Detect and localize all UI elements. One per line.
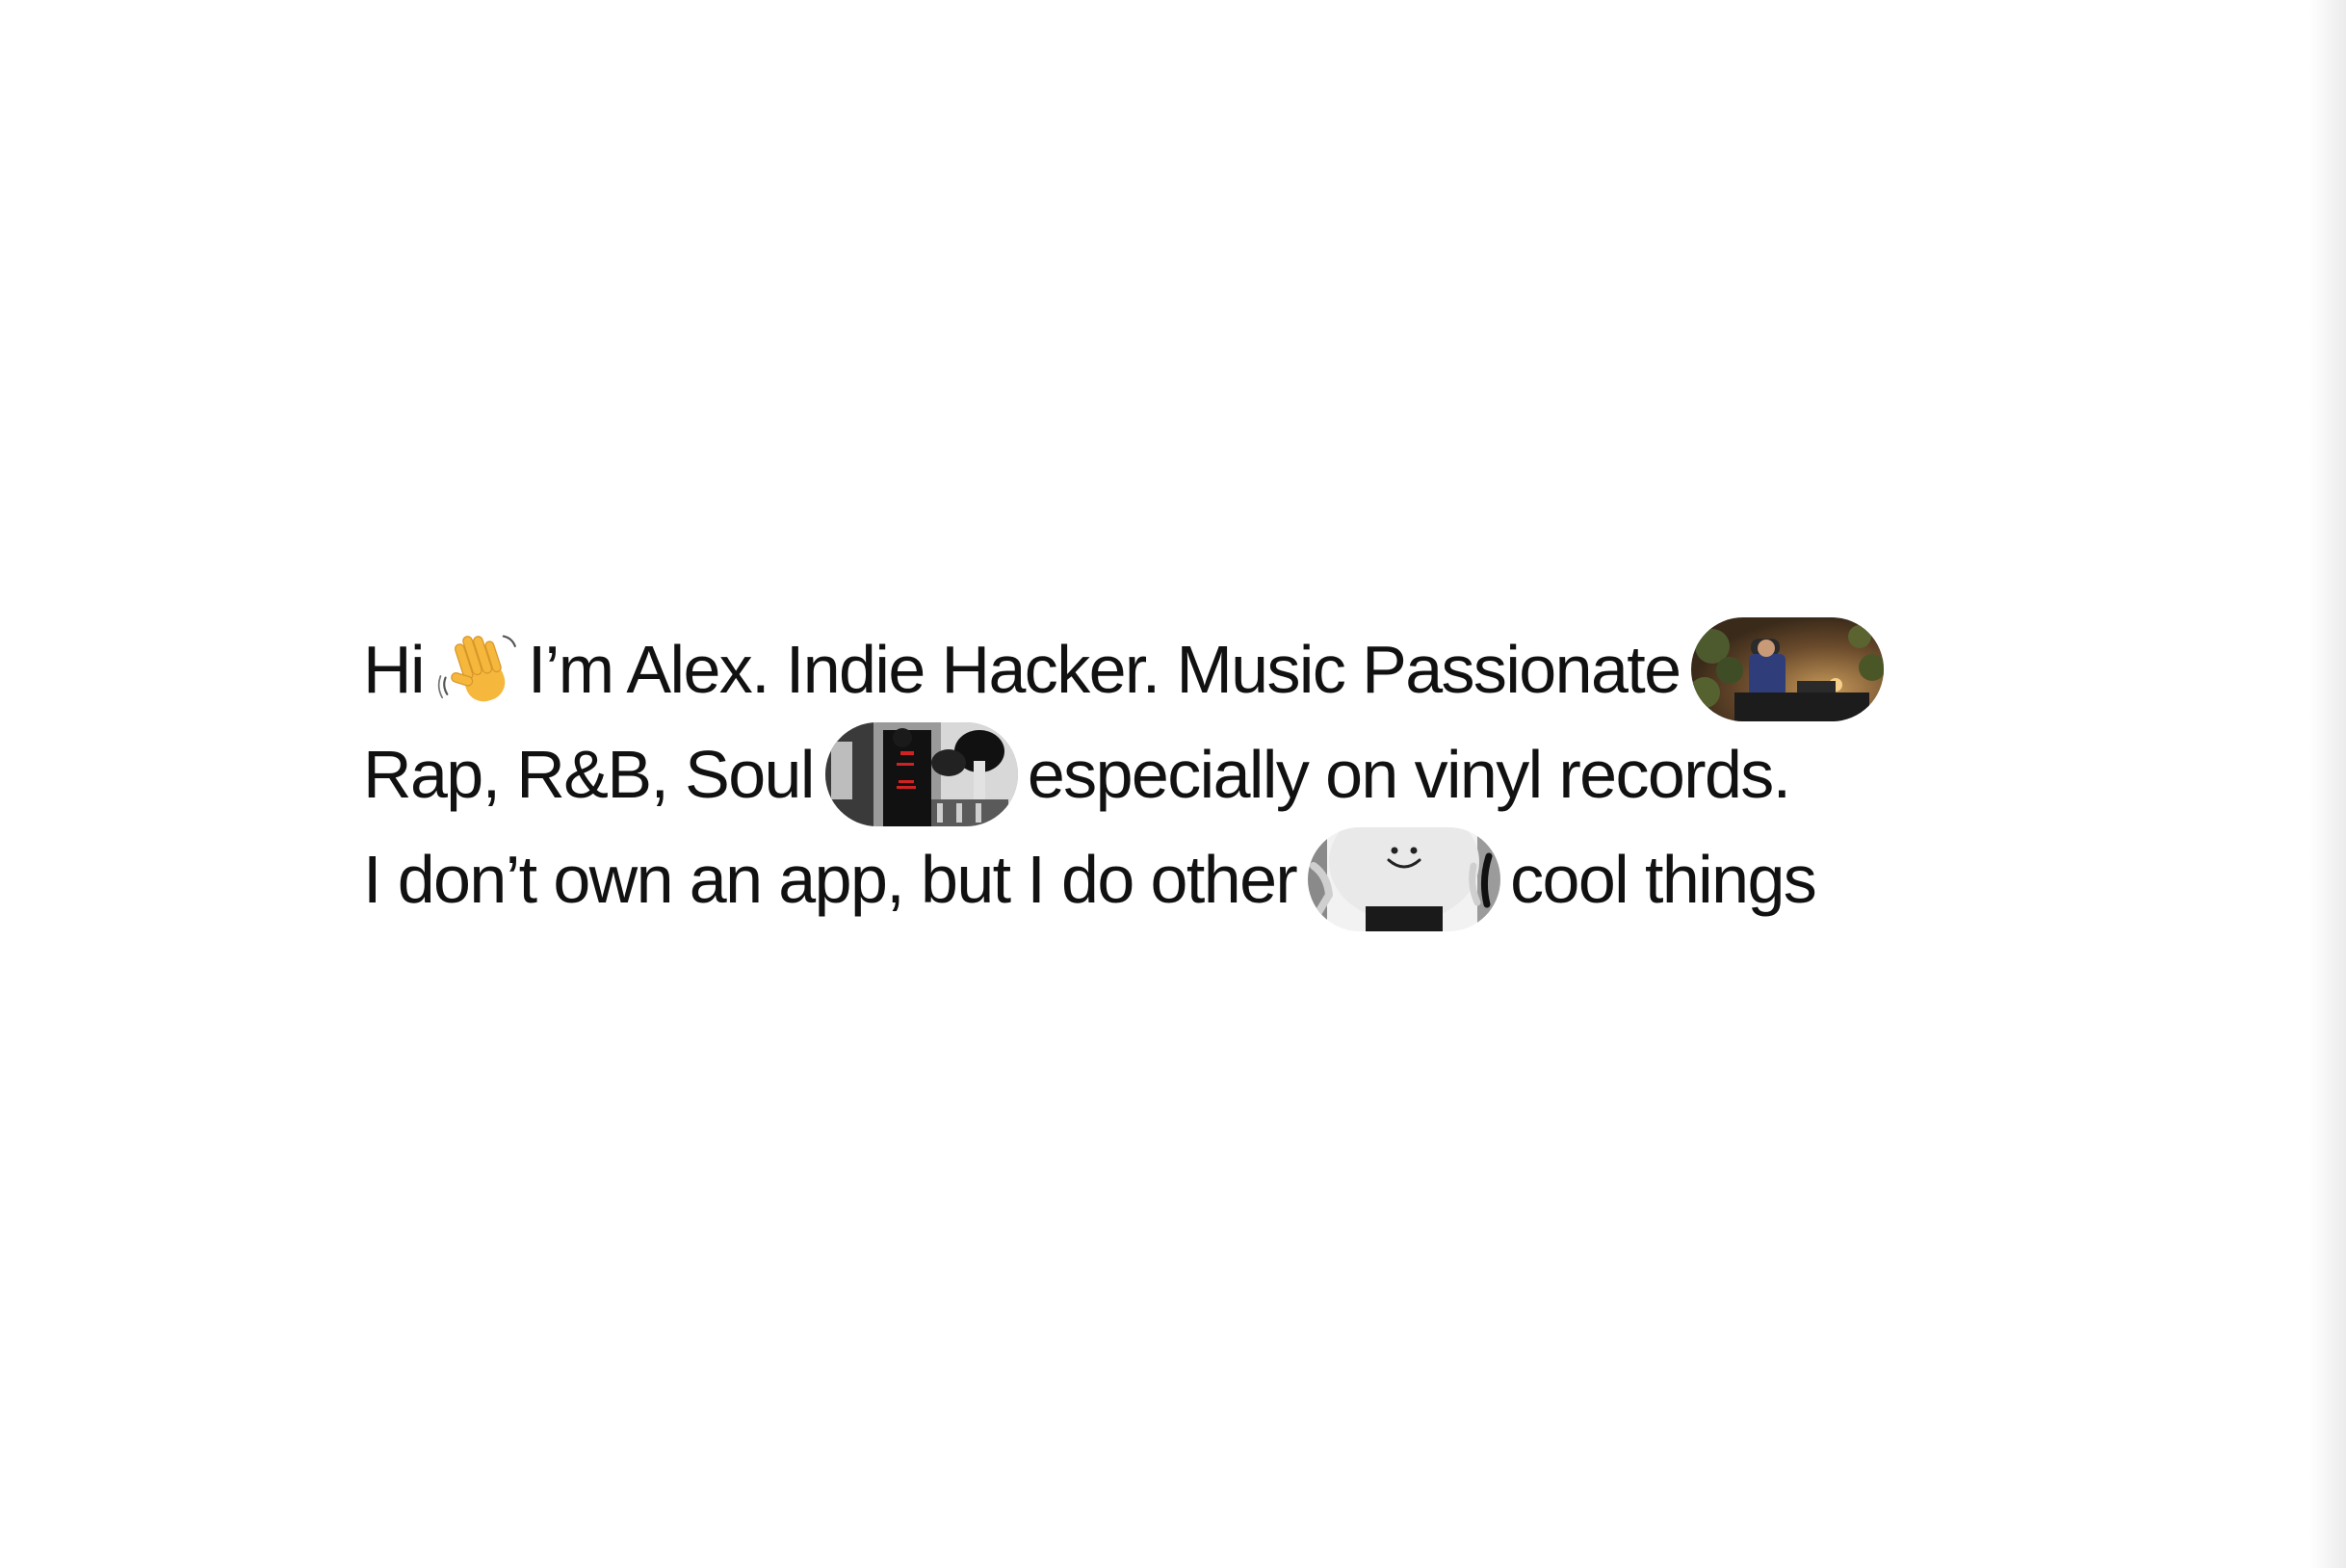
window-right-edge bbox=[2309, 0, 2346, 1568]
smiley-record-photo bbox=[1308, 826, 1501, 931]
vinyl-text: especially on vinyl records. bbox=[1027, 736, 1791, 812]
app-text: I don’t own an app, but I do other bbox=[363, 841, 1298, 917]
intro-text: I’m Alex. Indie Hacker. Music Passionate bbox=[527, 631, 1681, 707]
greeting-text: Hi bbox=[363, 631, 426, 707]
waving-hand-icon bbox=[437, 628, 520, 711]
intro-line-2: Rap, R&B, Soul especially on vinyl recor… bbox=[363, 721, 2097, 826]
intro-line-1: Hi I’m Alex. Indie Hacker. Music Passion… bbox=[363, 616, 2097, 721]
vinyl-shop-photo bbox=[824, 721, 1018, 826]
dj-booth-photo bbox=[1691, 616, 1885, 721]
genres-text: Rap, R&B, Soul bbox=[363, 736, 815, 812]
intro-hero: Hi I’m Alex. Indie Hacker. Music Passion… bbox=[363, 616, 2097, 931]
intro-line-3: I don’t own an app, but I do other cool … bbox=[363, 826, 2097, 931]
cool-things-text: cool things bbox=[1510, 841, 1817, 917]
